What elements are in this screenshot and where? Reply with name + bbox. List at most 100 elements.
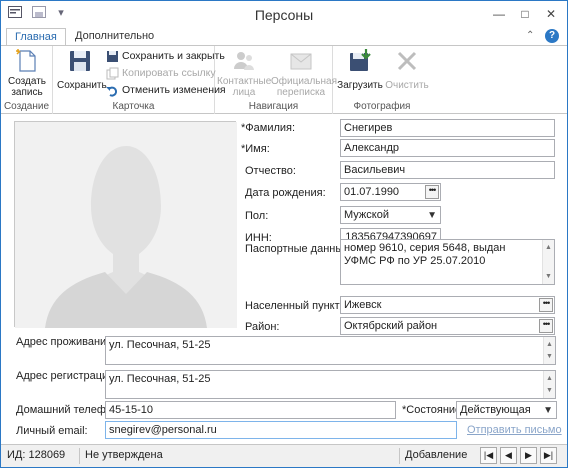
collapse-ribbon-icon[interactable]: ⌃ <box>526 30 534 41</box>
patronymic-field[interactable]: Васильевич <box>340 161 555 179</box>
registration-field[interactable]: ул. Песочная, 51-25 ▲ ▼ <box>105 370 556 399</box>
create-record-button[interactable]: Создать запись <box>5 46 49 98</box>
city-value: Ижевск <box>344 299 382 311</box>
last-record-button[interactable]: ▶| <box>540 447 557 464</box>
name-label: *Имя: <box>241 143 270 155</box>
registration-label: Адрес регистрации: <box>16 370 118 382</box>
city-field[interactable]: Ижевск ••• <box>340 296 555 314</box>
create-record-label-2: запись <box>11 87 43 98</box>
photo-placeholder[interactable] <box>14 121 237 328</box>
save-icon <box>70 51 90 71</box>
district-field[interactable]: Октябрский район ••• <box>340 317 555 335</box>
district-value: Октябрский район <box>344 320 438 332</box>
clear-label: Очистить <box>385 80 429 91</box>
maximize-button[interactable]: □ <box>513 4 537 24</box>
window-title: Персоны <box>254 7 314 23</box>
close-button[interactable]: ✕ <box>539 4 563 24</box>
birthdate-label: Дата рождения: <box>245 187 326 199</box>
prev-record-button[interactable]: ◀ <box>500 447 517 464</box>
official-correspondence-button[interactable]: Официальная переписка <box>271 46 338 98</box>
state-label: *Состояние: <box>402 404 465 416</box>
chevron-down-icon: ▼ <box>427 210 437 221</box>
passport-label: Паспортные данные: <box>245 243 353 255</box>
contact-persons-label-2: лица <box>232 87 256 98</box>
ribbon-tabs: Главная Дополнительно ⌃ ? <box>1 28 567 46</box>
surname-label: *Фамилия: <box>241 122 296 134</box>
state-value: Действующая <box>460 404 531 416</box>
tab-additional[interactable]: Дополнительно <box>67 28 162 46</box>
copy-link-button[interactable]: Копировать ссылку <box>106 65 216 81</box>
residence-scrollbar[interactable]: ▲ ▼ <box>543 337 555 364</box>
save-close-label: Сохранить и закрыть <box>122 50 225 62</box>
save-button[interactable]: Сохранить <box>57 46 107 91</box>
group-navigation-label: Навигация <box>248 101 299 112</box>
passport-field[interactable]: номер 9610, серия 5648, выдан УФМС РФ по… <box>340 239 555 285</box>
first-record-button[interactable]: |◀ <box>480 447 497 464</box>
create-record-label-1: Создать <box>7 76 46 87</box>
group-navigation: Контактные лица Официальная переписка На… <box>215 46 338 114</box>
group-card: Сохранить Сохранить и закрыть Копировать… <box>53 46 226 114</box>
state-select[interactable]: Действующая ▼ <box>456 401 557 419</box>
email-field[interactable]: snegirev@personal.ru <box>105 421 457 439</box>
copy-link-label: Копировать ссылку <box>122 67 216 79</box>
gender-value: Мужской <box>344 209 389 221</box>
passport-scrollbar[interactable]: ▲ ▼ <box>542 240 554 284</box>
ribbon: Создать запись Создание Сохранить Сохран… <box>1 46 567 114</box>
official-correspondence-label-2: переписка <box>276 87 326 98</box>
gender-label: Пол: <box>245 210 269 222</box>
cancel-changes-button[interactable]: Отменить изменения <box>106 82 226 98</box>
next-record-button[interactable]: ▶ <box>520 447 537 464</box>
correspondence-icon <box>290 53 312 70</box>
copy-link-icon <box>106 67 119 80</box>
send-letter-link[interactable]: Отправить письмо <box>467 424 562 436</box>
district-label: Район: <box>245 321 280 333</box>
group-photo-label: Фотография <box>353 101 411 112</box>
chevron-down-icon: ▼ <box>543 405 553 416</box>
birthdate-field[interactable]: 01.07.1990 ••• <box>340 183 441 201</box>
clear-icon <box>397 51 417 71</box>
group-card-label: Карточка <box>112 101 155 112</box>
surname-field[interactable]: Снегирев <box>340 119 555 137</box>
record-id: ИД: 128069 <box>7 449 66 461</box>
patronymic-label: Отчество: <box>245 165 296 177</box>
contacts-icon <box>234 52 254 70</box>
minimize-button[interactable]: — <box>487 4 511 24</box>
help-icon[interactable]: ? <box>545 29 559 43</box>
save-label: Сохранить <box>57 80 107 91</box>
tab-main[interactable]: Главная <box>6 28 66 46</box>
group-create: Создать запись Создание <box>1 46 53 114</box>
name-field[interactable]: Александр <box>340 139 555 157</box>
city-lookup-button[interactable]: ••• <box>539 298 553 312</box>
status-divider <box>79 448 80 464</box>
city-label: Населенный пункт: <box>245 300 343 312</box>
person-form: *Фамилия: Снегирев *Имя: Александр Отчес… <box>1 114 567 444</box>
group-photo: Загрузить Очистить Фотография <box>333 46 431 114</box>
load-photo-button[interactable]: Загрузить <box>337 46 383 91</box>
gender-select[interactable]: Мужской ▼ <box>340 206 441 224</box>
save-close-icon <box>107 50 118 62</box>
title-bar: ▾ Персоны — □ ✕ <box>1 1 567 28</box>
avatar-silhouette-icon <box>15 122 237 328</box>
save-close-button[interactable]: Сохранить и закрыть <box>106 48 225 64</box>
birthdate-picker-button[interactable]: ••• <box>425 185 439 199</box>
group-create-label: Создание <box>3 101 50 112</box>
residence-value: ул. Песочная, 51-25 <box>109 339 211 351</box>
mode-status: Добавление <box>405 449 468 461</box>
approval-status: Не утверждена <box>85 449 163 461</box>
contact-persons-button[interactable]: Контактные лица <box>217 46 271 98</box>
contact-persons-label-1: Контактные <box>217 76 272 87</box>
home-phone-field[interactable]: 45-15-10 <box>105 401 396 419</box>
load-label: Загрузить <box>337 80 383 91</box>
official-correspondence-label-1: Официальная <box>271 76 338 87</box>
status-bar: ИД: 128069 Не утверждена Добавление |◀ ◀… <box>1 444 567 467</box>
status-divider <box>399 448 400 464</box>
residence-field[interactable]: ул. Песочная, 51-25 ▲ ▼ <box>105 336 556 365</box>
clear-photo-button[interactable]: Очистить <box>385 46 429 91</box>
load-icon <box>350 49 371 71</box>
passport-value: номер 9610, серия 5648, выдан УФМС РФ по… <box>344 242 506 267</box>
registration-scrollbar[interactable]: ▲ ▼ <box>543 371 555 398</box>
email-label: Личный email: <box>16 425 88 437</box>
birthdate-value: 01.07.1990 <box>344 186 400 198</box>
district-lookup-button[interactable]: ••• <box>539 319 553 333</box>
new-record-icon <box>16 49 36 72</box>
